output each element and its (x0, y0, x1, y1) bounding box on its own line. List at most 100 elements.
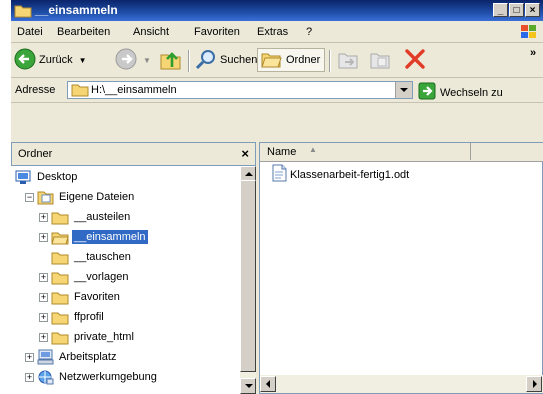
up-folder-icon (159, 47, 183, 74)
explorer-window: __einsammeln _ □ × Datei Bearbeiten Ansi… (11, 0, 543, 394)
folder-icon (51, 210, 69, 225)
title-bar[interactable]: __einsammeln _ □ × (11, 0, 543, 21)
folders-icon (261, 49, 283, 72)
toolbar-overflow-icon[interactable]: » (530, 47, 536, 59)
menu-extras[interactable]: Extras (257, 26, 288, 38)
folder-open-icon (51, 230, 69, 245)
expand-icon[interactable]: + (39, 332, 48, 342)
close-icon[interactable]: × (241, 146, 249, 161)
folder-icon (51, 250, 69, 265)
tree-item[interactable]: + private_html (39, 328, 136, 346)
tree-item[interactable]: + ffprofil (39, 308, 106, 326)
menu-help[interactable]: ? (306, 26, 312, 38)
search-button[interactable]: Suchen (195, 48, 257, 72)
menu-datei[interactable]: Datei (17, 26, 43, 38)
delete-button[interactable] (403, 48, 427, 72)
menu-ansicht[interactable]: Ansicht (133, 26, 169, 38)
file-list-pane: Name ▲ Klassenarbeit-fertig1.odt (259, 142, 543, 394)
menu-favoriten[interactable]: Favoriten (194, 26, 240, 38)
forward-arrow-icon (115, 48, 137, 73)
tree-item-label: __vorlagen (74, 271, 129, 283)
go-arrow-icon (418, 82, 436, 103)
tree-item[interactable]: Desktop (15, 168, 79, 186)
address-input[interactable]: H:\__einsammeln (67, 81, 413, 99)
tree-item-label: Favoriten (74, 291, 120, 303)
folder-pane-header: Ordner × (11, 142, 256, 166)
tree-item[interactable]: __tauschen (39, 248, 133, 266)
back-button[interactable]: Zurück ▼ (14, 48, 87, 72)
address-bar: Adresse H:\__einsammeln Wechseln zu (11, 78, 543, 103)
back-label: Zurück (39, 54, 73, 66)
expand-icon[interactable]: + (39, 272, 48, 282)
tree-item-label: Arbeitsplatz (59, 351, 117, 363)
tree-item[interactable]: + __austeilen (39, 208, 132, 226)
document-icon (270, 164, 288, 185)
forward-button[interactable]: ▼ (115, 48, 151, 72)
folder-icon (71, 83, 89, 100)
folder-icon (51, 330, 69, 345)
tree-item-label: Desktop (37, 171, 78, 183)
column-header-name[interactable]: Name ▲ (260, 143, 471, 160)
desktop-icon (15, 169, 32, 185)
tree-item[interactable]: + Netzwerkumgebung (25, 368, 159, 386)
window-title: __einsammeln (35, 3, 118, 17)
tree-item-label: __einsammeln (71, 229, 149, 245)
up-folder-button[interactable] (159, 48, 183, 72)
chevron-down-icon[interactable]: ▼ (79, 56, 87, 65)
minimize-button[interactable]: _ (493, 3, 508, 17)
maximize-button[interactable]: □ (509, 3, 524, 17)
tree-item-label: __tauschen (74, 251, 131, 263)
collapse-icon[interactable]: − (25, 192, 34, 202)
tree-item-label: ffprofil (74, 311, 104, 323)
address-dropdown-button[interactable] (395, 82, 412, 98)
scroll-left-button[interactable] (260, 376, 276, 392)
chevron-down-icon[interactable]: ▼ (143, 56, 151, 65)
move-to-button[interactable] (337, 48, 361, 72)
menu-bearbeiten[interactable]: Bearbeiten (57, 26, 110, 38)
copy-to-icon (369, 48, 393, 73)
column-name-label: Name (267, 146, 297, 158)
scroll-right-button[interactable] (526, 376, 542, 392)
move-to-icon (337, 48, 361, 73)
close-button[interactable]: × (525, 3, 540, 17)
tree-item-label: Eigene Dateien (59, 191, 135, 203)
delete-icon (403, 47, 427, 74)
tree-item-label: __austeilen (74, 211, 131, 223)
tree-item[interactable]: + __vorlagen (39, 268, 130, 286)
expand-icon[interactable]: + (39, 292, 48, 302)
search-icon (195, 48, 217, 73)
folder-icon (14, 2, 32, 21)
my-computer-icon (37, 349, 54, 365)
folders-label: Ordner (286, 54, 321, 66)
my-documents-icon (37, 189, 54, 205)
sort-ascending-icon: ▲ (309, 145, 317, 154)
address-value: H:\__einsammeln (91, 84, 177, 96)
tree-item[interactable]: + Favoriten (39, 288, 122, 306)
list-item[interactable]: Klassenarbeit-fertig1.odt (270, 164, 409, 185)
column-header-bar: Name ▲ (260, 143, 543, 162)
expand-icon[interactable]: + (39, 312, 48, 322)
search-label: Suchen (220, 54, 258, 66)
folder-tree-scrollbar[interactable] (240, 166, 256, 394)
toolbar: Zurück ▼ ▼ Suchen Ordner » (11, 44, 543, 78)
tree-item[interactable]: − Eigene Dateien (25, 188, 136, 206)
copy-to-button[interactable] (369, 48, 393, 72)
scroll-thumb[interactable] (240, 180, 256, 372)
windows-logo-icon (519, 23, 539, 41)
go-label: Wechseln zu (440, 86, 503, 99)
tree-item[interactable]: + __einsammeln (39, 228, 149, 246)
folders-button[interactable]: Ordner (257, 48, 326, 72)
tree-item-label: Netzwerkumgebung (59, 371, 157, 383)
go-button[interactable]: Wechseln zu (418, 82, 503, 103)
address-label: Adresse (15, 84, 56, 96)
tree-item[interactable]: + Arbeitsplatz (25, 348, 118, 366)
expand-icon[interactable]: + (25, 352, 34, 362)
expand-icon[interactable]: + (39, 232, 48, 242)
scroll-down-button[interactable] (240, 378, 256, 394)
tree-item-label: private_html (74, 331, 134, 343)
file-list-scrollbar[interactable] (260, 375, 543, 393)
folder-icon (51, 290, 69, 305)
expand-icon[interactable]: + (39, 212, 48, 222)
menu-bar: Datei Bearbeiten Ansicht Favoriten Extra… (11, 22, 543, 43)
expand-icon[interactable]: + (25, 372, 34, 382)
